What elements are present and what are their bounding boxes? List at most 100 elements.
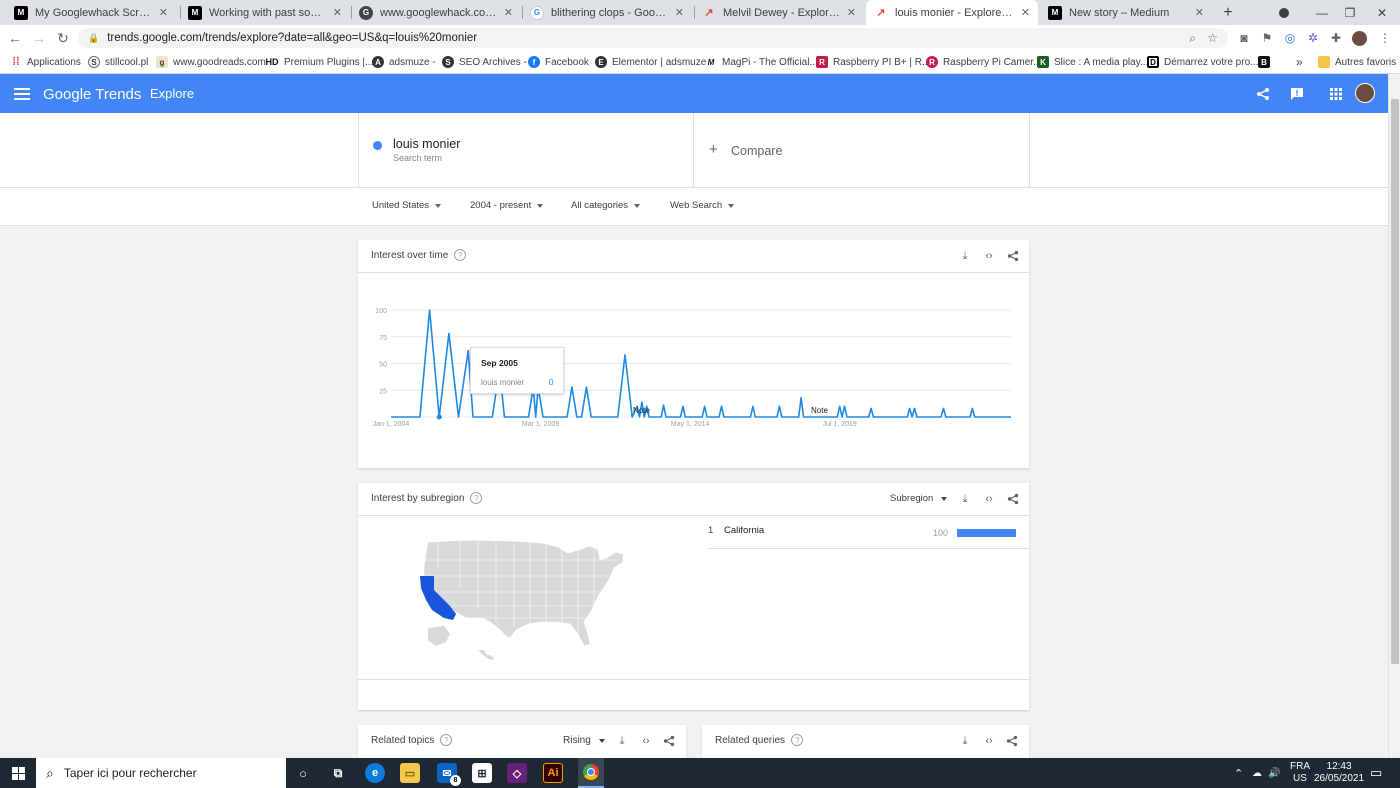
compare-label[interactable]: Compare [731, 144, 782, 158]
notifications-icon[interactable]: ▭ [1370, 758, 1382, 788]
bookmark-magpi[interactable]: M MagPi - The Official... [705, 54, 818, 70]
help-icon[interactable]: ? [791, 734, 804, 746]
illustrator-icon[interactable]: Ai [543, 763, 563, 783]
share-icon[interactable] [1005, 491, 1021, 507]
embed-code-icon[interactable]: ‹› [981, 248, 997, 264]
browser-tab-3[interactable]: G www.googlewhack.com/tally.pl ✕ [351, 0, 521, 25]
new-tab-button[interactable]: + [1218, 3, 1238, 23]
add-icon[interactable]: + [709, 141, 718, 158]
gear-extension-icon[interactable]: ✲ [1305, 30, 1321, 46]
bookmark-other-folder[interactable]: Autres favoris [1318, 54, 1396, 70]
download-icon[interactable]: ⤓ [614, 733, 630, 749]
compare-box[interactable]: + Compare [694, 113, 1030, 188]
share-icon[interactable] [1005, 248, 1021, 264]
bookmark-goodreads[interactable]: g www.goodreads.com [156, 54, 266, 70]
store-icon[interactable]: ⊞ [472, 763, 492, 783]
subregion-dropdown[interactable]: Subregion [890, 493, 948, 504]
help-icon[interactable]: ? [470, 492, 483, 504]
google-trends-logo[interactable]: Google Trends [43, 86, 141, 103]
share-icon[interactable] [1255, 86, 1271, 102]
reload-icon[interactable]: ↻ [54, 29, 72, 47]
clock[interactable]: 12:43 26/05/2021 [1314, 758, 1364, 788]
embed-code-icon[interactable]: ‹› [981, 733, 997, 749]
bookmark-raspberry-camera[interactable]: R Raspberry Pi Camer... [926, 54, 1041, 70]
camera-extension-icon[interactable]: ◙ [1236, 30, 1252, 46]
forward-icon[interactable]: → [30, 29, 48, 47]
zoom-icon[interactable]: ⌕ [1189, 31, 1196, 46]
bookmarks-overflow-icon[interactable]: » [1296, 54, 1303, 70]
region-dropdown[interactable]: United States [372, 200, 442, 211]
feedback-icon[interactable] [1289, 86, 1305, 102]
rising-dropdown[interactable]: Rising [563, 735, 605, 746]
tab-search-icon[interactable] [1264, 0, 1304, 25]
share-icon[interactable] [1004, 733, 1020, 749]
puzzle-extensions-icon[interactable]: ✚ [1328, 30, 1344, 46]
bookmark-premium-plugins[interactable]: HD Premium Plugins |... [265, 54, 374, 70]
search-term-box[interactable]: louis monier Search term [358, 113, 694, 188]
bookmark-adsmuze[interactable]: A adsmuze - [372, 54, 436, 70]
bookmark-seo-archives[interactable]: S SEO Archives - [442, 54, 527, 70]
browser-tab-active[interactable]: ↗ louis monier - Explore - Google ✕ [866, 0, 1038, 25]
url-bar[interactable]: 🔒 trends.google.com/trends/explore?date=… [78, 28, 1228, 48]
bookmark-slice[interactable]: K Slice : A media play... [1037, 54, 1148, 70]
download-icon[interactable]: ⤓ [957, 248, 973, 264]
edge-browser-icon[interactable]: e [365, 763, 385, 783]
apps-grid-icon[interactable] [1328, 86, 1344, 102]
bookmark-star-icon[interactable]: ☆ [1207, 31, 1218, 45]
bookmark-stillcool[interactable]: S stillcool.pl [88, 54, 148, 70]
extension-icon[interactable]: ⚑ [1259, 30, 1275, 46]
browser-tab-4[interactable]: G blithering clops - Google Search ✕ [522, 0, 692, 25]
chrome-taskbar-button[interactable] [578, 758, 604, 788]
bookmark-demarrez[interactable]: D Démarrez votre pro... [1147, 54, 1258, 70]
taskbar-search-input[interactable]: ⌕ Taper ici pour rechercher [36, 758, 286, 788]
search-term-text[interactable]: louis monier [393, 137, 460, 151]
browser-tab-7[interactable]: M New story – Medium ✕ [1040, 0, 1212, 25]
close-window-icon[interactable]: ✕ [1362, 0, 1400, 25]
cortana-icon[interactable]: ○ [293, 763, 313, 783]
browser-tab-5[interactable]: ↗ Melvil Dewey - Explore - Google ✕ [694, 0, 864, 25]
help-icon[interactable]: ? [440, 734, 453, 746]
page-scrollbar[interactable] [1388, 74, 1400, 758]
map-region-alaska[interactable] [428, 626, 450, 646]
time-dropdown[interactable]: 2004 - present [470, 200, 544, 211]
close-tab-icon[interactable]: ✕ [1021, 6, 1030, 19]
back-icon[interactable]: ← [6, 29, 24, 47]
file-explorer-icon[interactable]: ▭ [400, 763, 420, 783]
sync-extension-icon[interactable]: ◎ [1282, 30, 1298, 46]
embed-code-icon[interactable]: ‹› [981, 491, 997, 507]
mail-icon[interactable]: ✉ 8 [437, 763, 461, 786]
close-tab-icon[interactable]: ✕ [675, 6, 684, 19]
help-icon[interactable]: ? [454, 249, 467, 261]
map-region-rest[interactable] [423, 539, 624, 647]
category-dropdown[interactable]: All categories [571, 200, 641, 211]
cloud-icon[interactable]: ☁ [1252, 758, 1262, 788]
property-dropdown[interactable]: Web Search [670, 200, 735, 211]
bookmark-elementor[interactable]: E Elementor | adsmuze [595, 54, 706, 70]
visual-studio-icon[interactable]: ◇ [507, 763, 527, 783]
task-view-icon[interactable]: ⧉ [328, 763, 348, 783]
chart-note[interactable]: Note [811, 406, 828, 415]
close-tab-icon[interactable]: ✕ [847, 6, 856, 19]
scrollbar-thumb[interactable] [1391, 99, 1399, 664]
close-tab-icon[interactable]: ✕ [159, 6, 168, 19]
account-avatar[interactable] [1355, 83, 1375, 103]
browser-tab-1[interactable]: M My Googlewhack Scraper. I rece ✕ [6, 0, 176, 25]
profile-avatar[interactable] [1351, 30, 1367, 46]
map-region-hawaii[interactable] [478, 650, 494, 660]
embed-code-icon[interactable]: ‹› [638, 733, 654, 749]
tray-chevron-up-icon[interactable]: ⌃ [1234, 758, 1243, 788]
bookmark-applications[interactable]: ⁞⁞ Applications [10, 54, 81, 70]
us-map[interactable] [418, 538, 628, 663]
language-indicator[interactable]: FRA US [1290, 758, 1310, 788]
bookmark-raspberry-b[interactable]: R Raspberry PI B+ | R... [816, 54, 930, 70]
windows-start-icon[interactable] [8, 763, 28, 783]
close-tab-icon[interactable]: ✕ [504, 6, 513, 19]
chart-note[interactable]: Note [633, 406, 650, 415]
close-tab-icon[interactable]: ✕ [1195, 6, 1204, 19]
region-name[interactable]: California [724, 525, 764, 536]
browser-tab-2[interactable]: M Working with past social data ab ✕ [180, 0, 350, 25]
download-icon[interactable]: ⤓ [957, 733, 973, 749]
hamburger-menu-icon[interactable] [14, 86, 30, 102]
bookmark-facebook[interactable]: f Facebook [528, 54, 589, 70]
close-tab-icon[interactable]: ✕ [333, 6, 342, 19]
